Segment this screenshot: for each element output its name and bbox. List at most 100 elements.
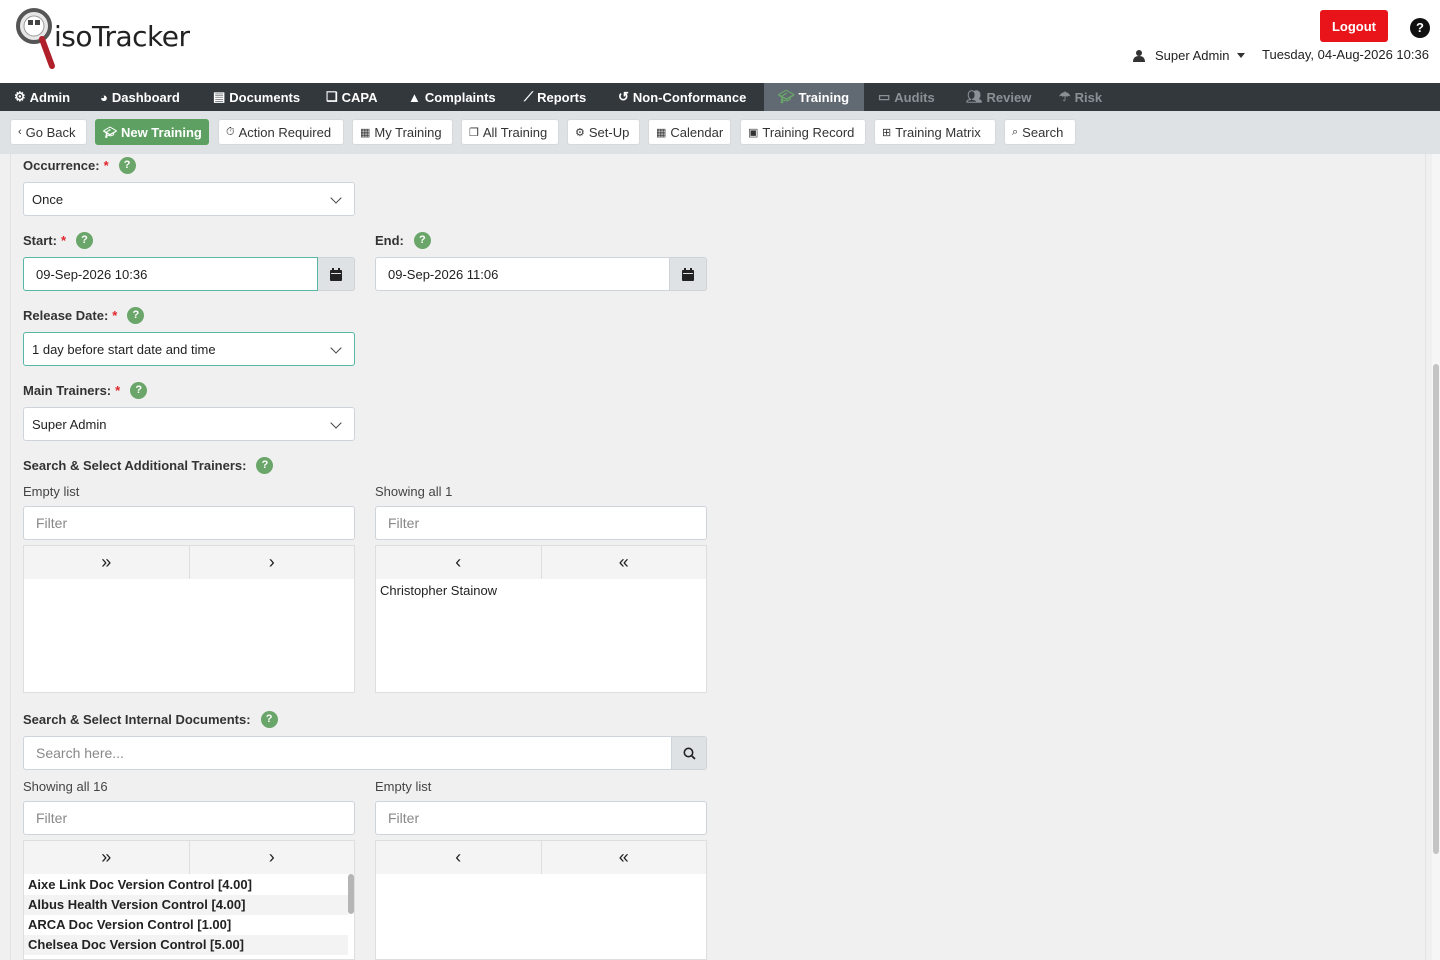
nav-documents[interactable]: ▤ Documents [199, 83, 312, 111]
nav-training[interactable]: 🎓︎ Training [764, 83, 864, 111]
scrollbar-thumb[interactable] [1433, 364, 1439, 854]
move-selected-right-button[interactable]: › [190, 546, 355, 579]
chat-icon: ❏ [326, 89, 338, 104]
logo-text: isoTracker [54, 20, 190, 53]
nav-reports[interactable]: ⟋ Reports [510, 83, 604, 111]
button-label: Go Back [25, 124, 76, 140]
list-item[interactable]: Chelsea Doc Version Control [5.00] [24, 935, 348, 955]
list-item[interactable]: Aixe Link Doc Version Control [4.00] [24, 875, 348, 895]
required-marker: * [112, 308, 118, 323]
audit-icon: ▭ [878, 89, 891, 104]
graduation-cap-icon: 🎓︎ [778, 89, 795, 104]
nav-label: Admin [29, 89, 71, 105]
start-date-input[interactable]: 09-Sep-2026 10:36 [23, 257, 319, 291]
move-selected-left-button[interactable]: ‹ [376, 841, 542, 874]
document-icon: ▤ [213, 89, 226, 104]
warning-icon: ▲ [408, 89, 421, 105]
move-all-right-button[interactable]: » [24, 546, 190, 579]
additional-trainers-label: Search & Select Additional Trainers: ? [23, 457, 274, 474]
list-item[interactable]: Christopher Stainow [376, 581, 706, 601]
nav-audits[interactable]: ▭ Audits [864, 83, 952, 111]
required-marker: * [115, 383, 121, 398]
my-training-button[interactable]: ▦ My Training [352, 119, 453, 145]
nav-risk[interactable]: ☂ Risk [1045, 83, 1115, 111]
nav-non-conformance[interactable]: ↺ Non-Conformance [604, 83, 764, 111]
occurrence-select[interactable]: Once [23, 182, 355, 216]
nav-complaints[interactable]: ▲ Complaints [394, 83, 510, 111]
main-trainers-select[interactable]: Super Admin [23, 407, 355, 441]
new-training-button[interactable]: 🎓︎ New Training [95, 119, 209, 145]
nav-capa[interactable]: ❏ CAPA [312, 83, 394, 111]
selected-value: Super Admin [32, 416, 107, 432]
move-selected-left-button[interactable]: ‹ [376, 546, 542, 579]
end-date-input[interactable]: 09-Sep-2026 11:06 [375, 257, 671, 291]
nav-dashboard[interactable]: ◕ Dashboard [86, 83, 199, 111]
magnifier-logo-icon [16, 8, 55, 69]
calendar-icon[interactable] [670, 257, 707, 291]
label-text: Occurrence: [23, 158, 100, 173]
calendar-icon[interactable] [318, 257, 355, 291]
nav-admin[interactable]: ⚙ Admin [0, 83, 86, 111]
documents-search-input[interactable]: Search here... [23, 736, 673, 770]
trainers-available-status: Empty list [23, 484, 80, 499]
help-icon[interactable]: ? [256, 457, 274, 474]
trainers-move-buttons: » › [23, 545, 355, 579]
trainers-selected-list[interactable]: Christopher Stainow [375, 579, 707, 693]
chevron-down-icon [330, 192, 342, 204]
documents-selected-filter[interactable]: Filter [375, 801, 707, 835]
briefcase-icon: ▦ [360, 126, 371, 139]
help-icon[interactable]: ? [118, 157, 136, 174]
button-label: New Training [120, 124, 202, 140]
label-text: Main Trainers: [23, 383, 112, 398]
nav-review[interactable]: 👥︎ Review [952, 83, 1045, 111]
all-training-button[interactable]: ❐ All Training [461, 119, 559, 145]
documents-available-list[interactable]: Aixe Link Doc Version Control [4.00] Alb… [23, 874, 355, 960]
documents-search-group: Search here... [23, 736, 707, 770]
documents-remove-buttons: ‹ « [375, 840, 707, 874]
trainers-available-filter[interactable]: Filter [23, 506, 355, 540]
training-matrix-button[interactable]: ⊞ Training Matrix [874, 119, 996, 145]
move-all-left-button[interactable]: « [542, 546, 707, 579]
list-item[interactable]: ARCA Doc Version Control [1.00] [24, 915, 348, 935]
logout-button[interactable]: Logout [1320, 10, 1388, 42]
button-label: Training Matrix [895, 124, 981, 140]
calendar-button[interactable]: ▦ Calendar [648, 119, 731, 145]
help-icon[interactable]: ? [130, 382, 148, 399]
user-menu[interactable]: Super Admin [1133, 46, 1246, 64]
move-selected-right-button[interactable]: › [190, 841, 355, 874]
search-button[interactable]: ⌕ Search [1004, 119, 1076, 145]
go-back-button[interactable]: ‹ Go Back [10, 119, 87, 145]
trainers-available-list[interactable] [23, 579, 355, 693]
help-icon[interactable]: ? [413, 232, 431, 249]
end-label: End: ? [375, 232, 431, 249]
action-required-button[interactable]: ⏱︎ Action Required [218, 119, 344, 145]
search-icon[interactable] [672, 736, 707, 770]
nav-label: Reports [537, 89, 587, 105]
list-scrollbar[interactable] [348, 874, 354, 914]
training-record-button[interactable]: ▣ Training Record [740, 119, 866, 145]
occurrence-label: Occurrence: * ? [23, 157, 136, 174]
move-all-left-button[interactable]: « [542, 841, 707, 874]
caret-down-icon [1237, 52, 1246, 58]
button-label: Set-Up [588, 124, 630, 140]
user-name: Super Admin [1155, 47, 1230, 63]
trainers-selected-filter[interactable]: Filter [375, 506, 707, 540]
documents-selected-list[interactable] [375, 874, 707, 960]
documents-available-filter[interactable]: Filter [23, 801, 355, 835]
help-icon[interactable]: ? [127, 307, 145, 324]
label-text: Start: [23, 233, 57, 248]
help-icon[interactable]: ? [1410, 18, 1430, 38]
help-icon[interactable]: ? [260, 711, 278, 728]
move-all-right-button[interactable]: » [24, 841, 190, 874]
start-date-group: 09-Sep-2026 10:36 [23, 257, 355, 291]
help-icon[interactable]: ? [76, 232, 94, 249]
app-header: isoTracker Logout ? Super Admin Tuesday,… [0, 0, 1440, 83]
button-label: All Training [482, 124, 548, 140]
isotracker-logo[interactable]: isoTracker [14, 6, 194, 74]
release-date-select[interactable]: 1 day before start date and time [23, 332, 355, 366]
list-item[interactable]: Albus Health Version Control [4.00] [24, 895, 348, 915]
page-scrollbar[interactable] [1432, 154, 1440, 960]
users-icon: 👥︎ [966, 89, 983, 104]
set-up-button[interactable]: ⚙ Set-Up [567, 119, 640, 145]
nav-label: Training [798, 89, 850, 105]
